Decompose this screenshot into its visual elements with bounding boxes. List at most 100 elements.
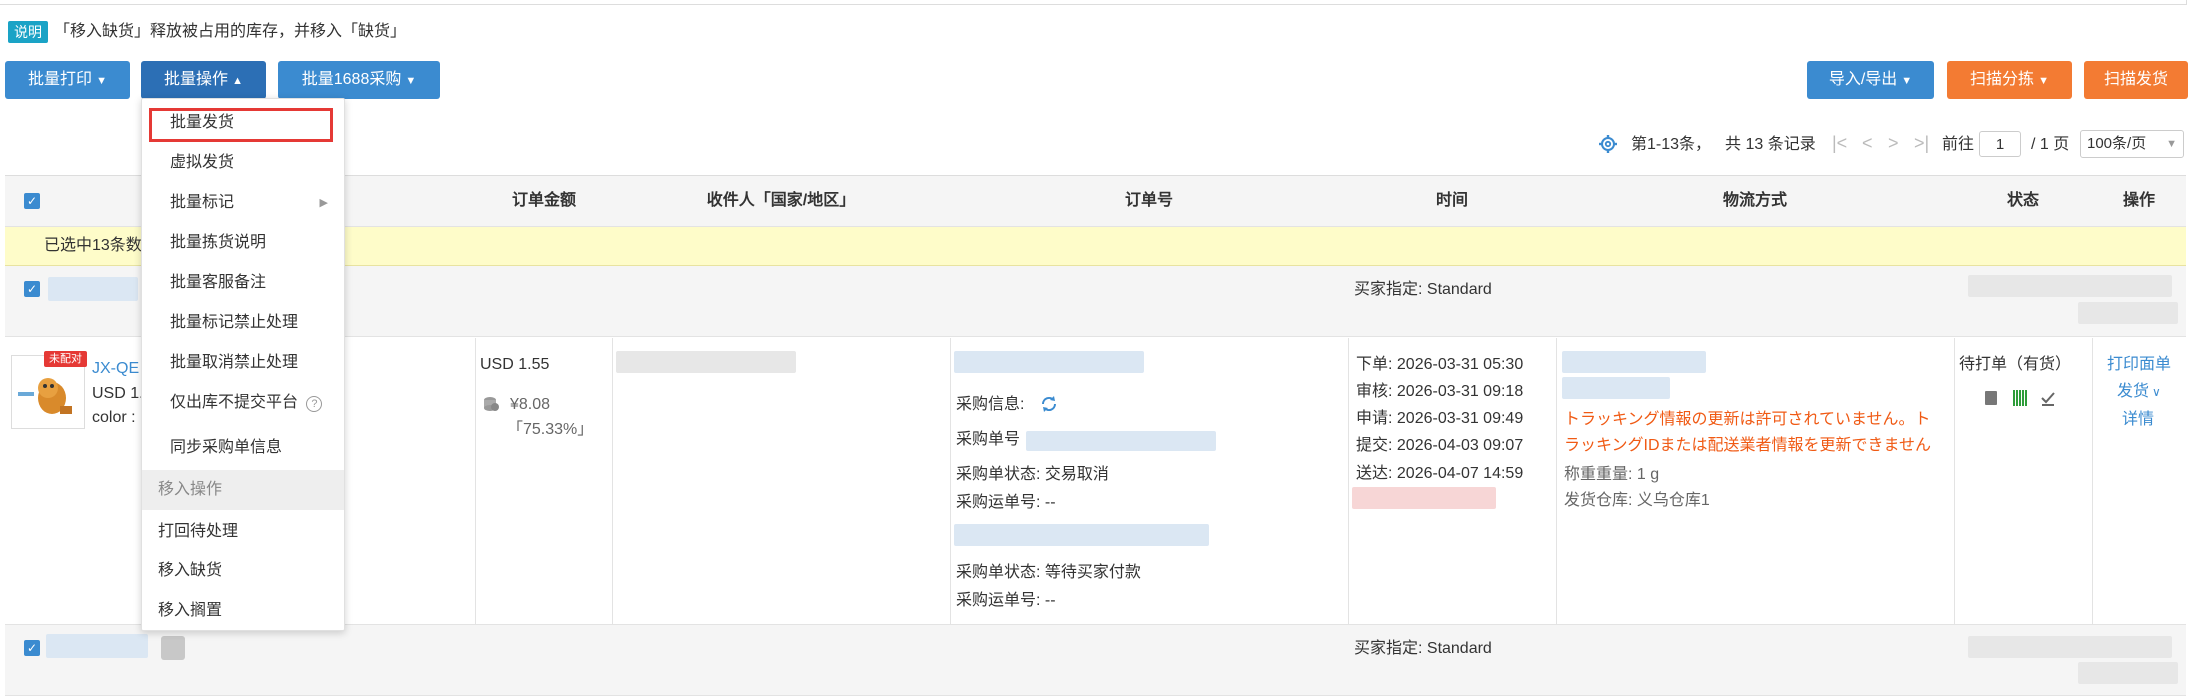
purchase-status-2: 采购单状态: 等待买家付款 [956,564,1141,581]
order-amount: USD 1.55 [480,356,550,373]
col-divider [1348,338,1349,624]
scan-ship-button[interactable]: 扫描发货 [2084,61,2188,99]
menu-item-batch-mark[interactable]: 批量标记 ▶ [142,183,344,223]
menu-item-outbound-only[interactable]: 仅出库不提交平台 ? [142,383,344,423]
menu-item-outbound-only-label: 仅出库不提交平台 [170,394,299,411]
menu-highlight-box [149,108,333,142]
menu-item-sync-purchase[interactable]: 同步采购单信息 [142,428,344,468]
menu-item-cancel-forbid[interactable]: 批量取消禁止处理 [142,343,344,383]
pager-range: 第1-13条， [1631,136,1712,153]
row-checkbox[interactable]: ✓ [24,640,40,656]
th-time: 时间 [1435,192,1468,209]
masked-info [1968,636,2172,658]
batch-ops-menu: 批量发货 虚拟发货 批量标记 ▶ 批量拣货说明 批量客服备注 批量标记禁止处理 … [141,98,345,631]
row-checkbox[interactable]: ✓ [24,281,40,297]
col-divider [2092,338,2093,624]
scan-sort-label: 扫描分拣 [1970,71,2035,88]
import-export-button[interactable]: 导入/导出 ▼ [1807,61,1934,99]
time-delivered: 送达: 2026-04-07 14:59 [1356,465,1524,482]
page-input[interactable]: 1 [1979,131,2021,157]
tip-tag: 说明 [8,21,48,43]
chevron-down-icon: ∨ [2152,385,2161,399]
batch-ops-label: 批量操作 [164,71,229,88]
select-all-checkbox[interactable]: ✓ [24,193,40,209]
time-submit: 提交: 2026-04-03 09:07 [1356,437,1524,454]
tip-text: 「移入缺货」释放被占用的库存，并移入「缺货」 [54,23,407,40]
refresh-icon[interactable] [1040,395,1058,413]
masked-deadline [1352,487,1496,509]
col-divider [612,338,613,624]
detail-link[interactable]: 详情 [2122,410,2154,430]
last-page-icon[interactable]: >| [1914,132,1929,154]
goto-label: 前往 [1942,136,1975,153]
masked-purchase-no-2 [954,524,1209,546]
menu-item-mark-forbid[interactable]: 批量标记禁止处理 [142,303,344,343]
order-group-header [5,625,2186,696]
buyer-spec: 买家指定: Standard [1354,640,1492,657]
logistics-error-1: トラッキング情報の更新は許可されていません。ト [1564,411,1931,428]
batch-1688-button[interactable]: 批量1688采购 ▼ [278,61,440,99]
page-total: / 1 页 [2031,136,2070,153]
purchase-info-label: 采购信息: [956,396,1025,413]
next-page-icon[interactable]: > [1888,132,1899,154]
scan-ship-label: 扫描发货 [2103,71,2168,88]
menu-item-virtual-ship[interactable]: 虚拟发货 [142,143,344,183]
scan-sort-button[interactable]: 扫描分拣 ▼ [1947,61,2072,99]
masked-order-no [954,351,1144,373]
product-attr: color : [92,409,136,426]
prev-page-icon[interactable]: < [1862,132,1873,154]
print-label-link[interactable]: 打印面单 [2107,355,2171,375]
th-logistics: 物流方式 [1722,192,1787,209]
chevron-down-icon: ▼ [2038,75,2049,87]
chevron-down-icon: ▼ [1901,75,1913,87]
menu-group-move: 移入操作 [142,470,344,510]
logistics-error-2: ラッキングIDまたは配送業者情報を更新できません [1564,437,1932,454]
gear-icon[interactable] [1598,134,1618,154]
warehouse: 发货仓库: 义乌仓库1 [1564,492,1710,509]
col-divider [475,338,476,624]
time-review: 审核: 2026-03-31 09:18 [1356,383,1524,400]
masked-info [2078,302,2178,324]
menu-item-cs-note[interactable]: 批量客服备注 [142,263,344,303]
first-page-icon[interactable]: |< [1832,132,1847,154]
th-status: 状态 [2006,192,2039,209]
selected-count: 已选中13条数 [44,237,142,254]
masked-tracking [1562,377,1670,399]
ship-link[interactable]: 发货 ∨ [2117,382,2161,402]
tracking-no-2: 采购运单号: -- [956,592,1056,609]
cost-value: ¥8.08 [510,396,551,413]
chevron-up-icon: ▲ [232,75,243,87]
cost-coin-icon [484,397,499,411]
page-size-value: 100条/页 [2087,135,2147,152]
th-order-no: 订单号 [1124,192,1173,209]
product-price: USD 1. [92,385,144,402]
batch-ops-button[interactable]: 批量操作 ▲ [141,61,266,99]
top-panel-edge [0,0,2187,5]
cost-ratio: 「75.33%」 [507,421,594,438]
masked-order-id [48,277,138,301]
help-icon[interactable]: ? [306,396,323,412]
menu-item-move-outofstock[interactable]: 移入缺货 [142,551,344,591]
weight: 称重重量: 1 g [1564,466,1660,483]
time-apply: 申请: 2026-03-31 09:49 [1356,410,1524,427]
chevron-right-icon: ▶ [319,197,328,209]
masked-info [1968,275,2172,297]
th-recipient: 收件人「国家/地区」 [706,192,856,209]
time-order: 下单: 2026-03-31 05:30 [1356,356,1524,373]
barcode-icon[interactable] [2013,390,2027,406]
menu-item-move-hold[interactable]: 移入搁置 [142,591,344,631]
batch-print-button[interactable]: 批量打印 ▼ [5,61,130,99]
page-size-select[interactable]: 100条/页 ▼ [2080,130,2184,158]
th-actions: 操作 [2122,192,2155,209]
ship-label: 发货 [2117,383,2150,400]
col-divider [1954,338,1955,624]
pager-total: 共 13 条记录 [1725,136,1816,153]
th-amount: 订单金额 [511,192,576,209]
check-icon[interactable] [2040,390,2056,406]
masked-purchase-no [1026,431,1216,451]
chevron-down-icon: ▼ [405,75,417,87]
sku-link[interactable]: JX-QE [92,359,139,379]
menu-item-pick-note[interactable]: 批量拣货说明 [142,223,344,263]
menu-item-back-pending[interactable]: 打回待处理 [142,512,344,552]
copy-icon[interactable] [1985,391,1997,405]
